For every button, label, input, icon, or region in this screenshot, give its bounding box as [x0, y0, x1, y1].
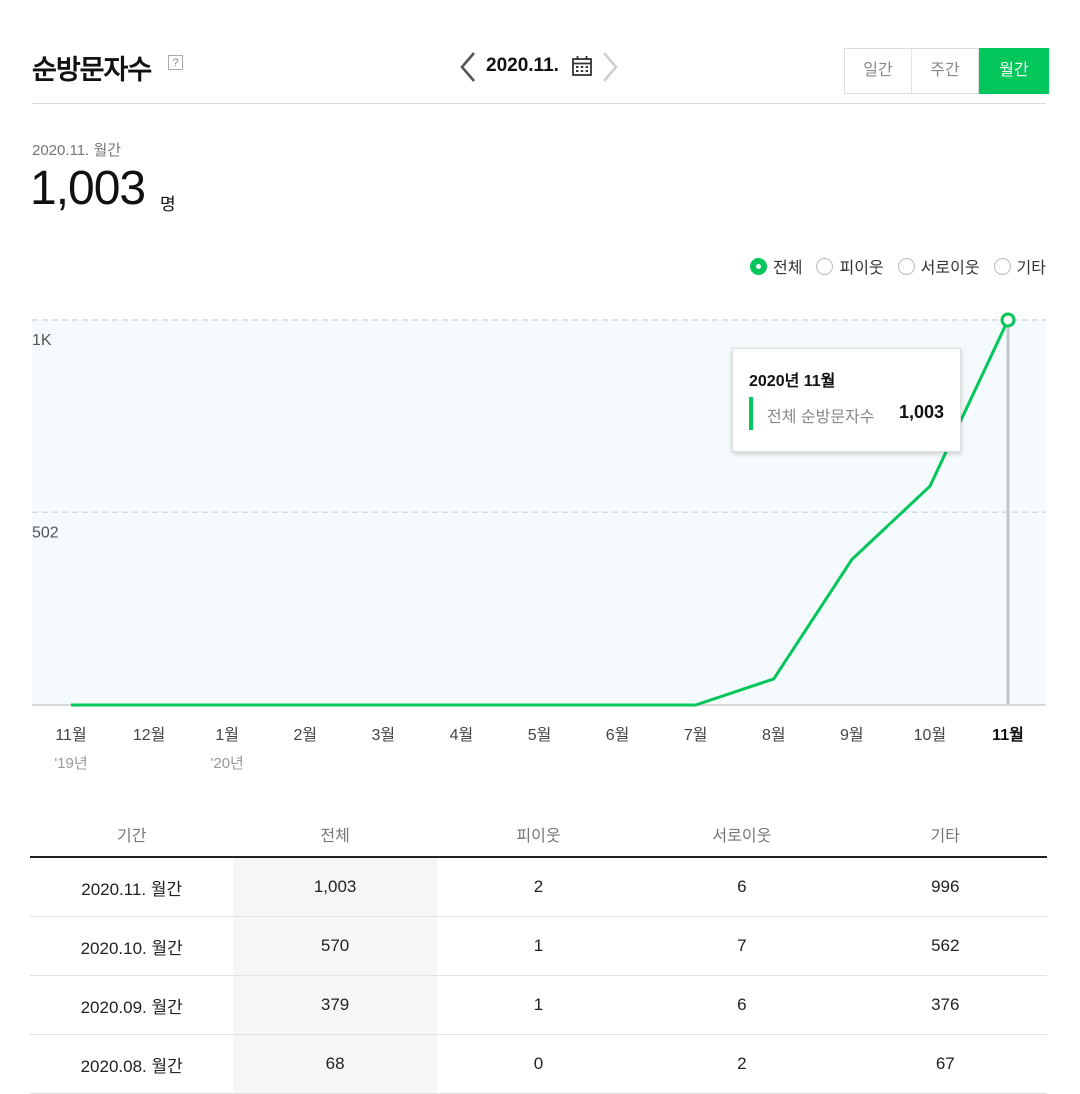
- filter-label: 피이웃: [839, 260, 884, 277]
- tab-monthly[interactable]: 월간: [979, 48, 1049, 94]
- filter-label: 전체: [773, 260, 803, 277]
- radio-unchecked-icon[interactable]: [897, 257, 915, 275]
- x-tick-label: 7월: [684, 726, 708, 744]
- filter-other[interactable]: 기타: [993, 254, 1046, 278]
- x-tick-label: 9월: [840, 726, 864, 744]
- table-cell-other: 376: [843, 975, 1047, 1035]
- visitor-type-filter: 전체 피이웃 서로이웃 기타: [750, 254, 1046, 278]
- table-cell-mutual: 7: [640, 916, 844, 976]
- table-cell-neighbor: 0: [436, 1034, 641, 1094]
- x-tick-label: 3월: [372, 726, 396, 744]
- x-tick-label: 5월: [528, 726, 552, 744]
- filter-mutual-neighbor[interactable]: 서로이웃: [897, 254, 980, 278]
- x-tick-label: 8월: [762, 726, 786, 744]
- table-cell-neighbor: 1: [436, 975, 641, 1035]
- x-year-label: '19년: [54, 755, 87, 772]
- summary-unit: 명: [160, 195, 176, 214]
- period-tabs: 일간 주간 월간: [844, 48, 1049, 94]
- x-tick-label: 1월: [215, 726, 239, 744]
- table-cell-total: 379: [233, 975, 437, 1035]
- table-cell-total: 1,003: [233, 857, 437, 917]
- highlight-point: [1000, 312, 1016, 328]
- radio-unchecked-icon[interactable]: [816, 257, 834, 275]
- x-tick-label: 6월: [606, 726, 630, 744]
- column-header: 전체: [233, 812, 437, 858]
- x-tick-label: 10월: [914, 726, 947, 744]
- header-divider: [32, 103, 1046, 104]
- table-cell-neighbor: 2: [436, 857, 641, 917]
- current-date-label: 2020.11.: [486, 55, 559, 76]
- filter-all[interactable]: 전체: [750, 254, 802, 278]
- table-cell-period: 2020.08. 월간: [30, 1034, 234, 1094]
- tooltip-label: 전체 순방문자수: [767, 409, 875, 426]
- chart-tooltip: 2020년 11월 전체 순방문자수 1,003: [732, 348, 961, 452]
- tab-weekly[interactable]: 주간: [912, 49, 979, 93]
- column-header: 피이웃: [436, 812, 641, 858]
- tooltip-value: 1,003: [898, 402, 944, 422]
- table-cell-mutual: 6: [640, 857, 844, 917]
- table-cell-period: 2020.10. 월간: [30, 916, 234, 976]
- table-row: 2020.08. 월간 68 0 2 67: [30, 1034, 1047, 1094]
- table-cell-period: 2020.11. 월간: [30, 857, 234, 917]
- x-tick-label: 12월: [133, 726, 166, 744]
- help-icon[interactable]: ?: [168, 55, 183, 70]
- table-header-row: 기간 전체 피이웃 서로이웃 기타: [30, 812, 1047, 858]
- radio-unchecked-icon[interactable]: [993, 257, 1011, 275]
- tooltip-title: 2020년 11월: [749, 373, 836, 390]
- filter-neighbor[interactable]: 피이웃: [816, 254, 884, 278]
- tooltip-series-marker: [749, 397, 753, 430]
- x-tick-label: 11월: [55, 726, 86, 744]
- table-cell-neighbor: 1: [436, 916, 641, 976]
- column-header: 서로이웃: [640, 812, 844, 858]
- table-cell-period: 2020.09. 월간: [30, 975, 234, 1035]
- table-cell-total: 570: [233, 916, 437, 976]
- column-header: 기간: [30, 812, 234, 858]
- chevron-right-icon[interactable]: [598, 50, 622, 84]
- table-cell-total: 68: [233, 1034, 437, 1094]
- table-cell-mutual: 2: [640, 1034, 844, 1094]
- radio-checked-icon[interactable]: [750, 257, 768, 275]
- summary-period-label: 2020.11. 월간: [32, 142, 122, 159]
- x-tick-label: 4월: [450, 726, 474, 744]
- table-row: 2020.11. 월간 1,003 2 6 996: [30, 857, 1047, 917]
- y-tick-label: 502: [32, 524, 59, 541]
- calendar-icon[interactable]: [571, 55, 593, 77]
- table-cell-other: 562: [843, 916, 1047, 976]
- table-cell-other: 67: [843, 1034, 1047, 1094]
- x-year-label: '20년: [210, 755, 243, 772]
- table-row: 2020.09. 월간 379 1 6 376: [30, 975, 1047, 1035]
- y-tick-label: 1K: [32, 332, 52, 349]
- filter-label: 서로이웃: [920, 260, 980, 277]
- chevron-left-icon[interactable]: [456, 50, 480, 84]
- table-row: 2020.10. 월간 570 1 7 562: [30, 916, 1047, 976]
- table-cell-mutual: 6: [640, 975, 844, 1035]
- filter-label: 기타: [1016, 260, 1046, 277]
- summary-value: 1,003: [30, 162, 146, 215]
- column-header: 기타: [843, 812, 1047, 858]
- tab-daily[interactable]: 일간: [845, 49, 912, 93]
- x-tick-label: 2월: [293, 726, 317, 744]
- table-cell-other: 996: [843, 857, 1047, 917]
- page-title: 순방문자수: [32, 55, 152, 85]
- visitor-stats-table: 기간 전체 피이웃 서로이웃 기타 2020.11. 월간 1,003 2 6 …: [30, 812, 1047, 1094]
- x-tick-label: 11월: [992, 726, 1024, 744]
